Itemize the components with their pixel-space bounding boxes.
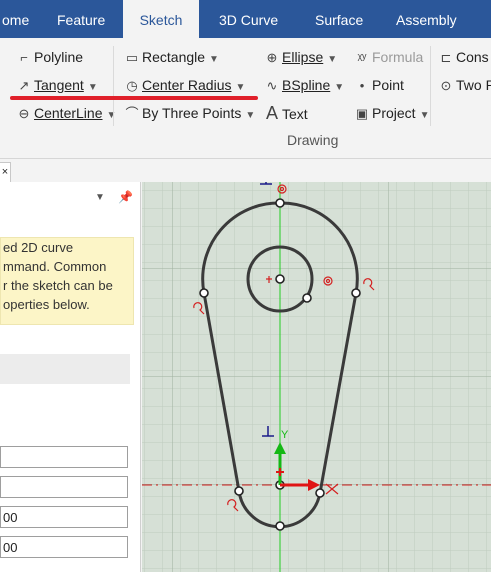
chevron-down-icon[interactable]: ▼ — [88, 82, 98, 93]
chevron-down-icon[interactable]: ▼ — [334, 82, 344, 93]
annotation-underline — [10, 96, 258, 100]
text-button[interactable]: A Text — [262, 102, 308, 124]
circle-center-radius-icon: ◷ — [126, 78, 138, 93]
three-point-arc-icon: ⌒ — [125, 106, 139, 121]
tab-sketch[interactable]: Sketch — [123, 0, 199, 38]
ellipse-button[interactable]: ⊕ Ellipse ▼ — [262, 46, 338, 68]
tab-3d-curve[interactable]: 3D Curve — [219, 0, 289, 38]
three-points-arc-button[interactable]: ⌒ By Three Points ▼ — [122, 102, 255, 124]
chevron-down-icon[interactable]: ▼ — [327, 54, 337, 65]
panel-menu-chevron-icon[interactable]: ▼ — [95, 192, 105, 203]
property-field-1[interactable] — [0, 446, 128, 468]
centerline-button[interactable]: ⊖ CenterLine ▼ — [14, 102, 117, 124]
formula-icon: ᵡʸ — [357, 50, 367, 65]
properties-section-header — [0, 354, 130, 384]
project-icon: ▣ — [355, 106, 369, 121]
rectangle-icon: ▭ — [125, 50, 139, 65]
polyline-icon: ⌐ — [20, 50, 28, 65]
ellipse-icon: ⊕ — [266, 50, 278, 65]
tangent-button[interactable]: ↗ Tangent ▼ — [14, 74, 98, 96]
pin-icon[interactable]: 📌 — [118, 190, 133, 204]
svg-text:Y: Y — [281, 429, 289, 441]
rectangle-button[interactable]: ▭ Rectangle ▼ — [122, 46, 219, 68]
polyline-button[interactable]: ⌐ Polyline — [14, 46, 83, 68]
sketch-canvas[interactable]: Y — [142, 182, 491, 572]
chevron-down-icon[interactable]: ▼ — [245, 110, 255, 121]
tangent-arc-icon: ↗ — [18, 78, 30, 93]
property-field-4[interactable]: 00 — [0, 536, 128, 558]
project-button[interactable]: ▣ Project ▼ — [352, 102, 430, 124]
center-radius-button[interactable]: ◷ Center Radius ▼ — [122, 74, 245, 96]
chevron-down-icon[interactable]: ▼ — [420, 110, 430, 121]
property-field-3[interactable]: 00 — [0, 506, 128, 528]
ribbon-divider — [430, 46, 431, 126]
ribbon-divider — [113, 46, 114, 126]
bspline-button[interactable]: ∿ BSpline ▼ — [262, 74, 345, 96]
chevron-down-icon[interactable]: ▼ — [236, 82, 246, 93]
command-info-box: ed 2D curve mmand. Common r the sketch c… — [0, 237, 134, 325]
tab-assembly[interactable]: Assembly — [396, 0, 466, 38]
point-icon: • — [359, 78, 365, 93]
panel-close-icon[interactable]: × — [0, 162, 11, 184]
properties-panel: ▼ 📌 ed 2D curve mmand. Common r the sket… — [0, 182, 141, 572]
chevron-down-icon[interactable]: ▼ — [107, 110, 117, 121]
tab-home[interactable]: ome — [0, 0, 44, 38]
constraint-icon: ⊏ — [440, 50, 452, 65]
drawing-group-label: Drawing — [287, 132, 339, 148]
sketch-svg: Y — [142, 182, 491, 572]
formula-button[interactable]: ᵡʸ Formula — [352, 46, 424, 68]
chevron-down-icon[interactable]: ▼ — [209, 54, 219, 65]
ribbon-panel: ⌐ Polyline ↗ Tangent ▼ ⊖ CenterLine ▼ ▭ Rectan… — [0, 38, 491, 159]
ribbon-tab-bar: ome Feature Sketch 3D Curve Surface Asse… — [0, 0, 491, 38]
two-point-icon: ⊙ — [440, 78, 452, 93]
point-button[interactable]: • Point — [352, 74, 404, 96]
tab-surface[interactable]: Surface — [315, 0, 375, 38]
tab-feature[interactable]: Feature — [57, 0, 117, 38]
text-icon: A — [265, 103, 278, 123]
two-point-button[interactable]: ⊙ Two P — [436, 74, 491, 96]
bspline-icon: ∿ — [266, 78, 278, 93]
centerline-icon: ⊖ — [18, 106, 30, 121]
property-field-2[interactable] — [0, 476, 128, 498]
constraint-button[interactable]: ⊏ Cons — [436, 46, 489, 68]
